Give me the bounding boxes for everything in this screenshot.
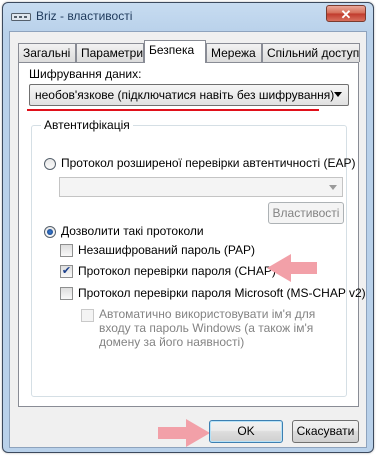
cancel-button-label: Скасувати <box>296 424 355 438</box>
close-icon: ✕ <box>340 7 352 22</box>
checkmark-icon: ✔ <box>61 265 72 277</box>
allow-protocols-radio[interactable] <box>44 226 56 238</box>
annotation-arrow-icon <box>267 254 317 282</box>
dialog-client-area: Загальні Параметри Безпека Мережа Спільн… <box>9 31 367 448</box>
pap-checkbox[interactable] <box>60 244 73 257</box>
mschap-label[interactable]: Протокол перевірки пароля Microsoft (MS-… <box>78 286 366 300</box>
tab-label: Мережа <box>211 46 256 60</box>
auto-windows-credentials-label: Автоматично використовувати ім'я для вхо… <box>99 307 316 349</box>
eap-method-select[interactable] <box>59 177 343 197</box>
tab-sharing[interactable]: Спільний доступ <box>262 43 360 62</box>
security-panel: Шифрування даних: необов'язкове (підключ… <box>18 62 366 407</box>
annotation-arrow-icon <box>158 419 210 447</box>
pap-label[interactable]: Незашифрований пароль (PAP) <box>78 243 255 257</box>
tab-security[interactable]: Безпека <box>144 40 206 63</box>
ok-button-label: OK <box>237 424 255 438</box>
chap-label[interactable]: Протокол перевірки пароля (CHAP) <box>78 264 276 278</box>
chap-checkbox[interactable]: ✔ <box>60 265 73 278</box>
auto-windows-credentials-checkbox[interactable] <box>81 309 94 322</box>
encryption-label: Шифрування даних: <box>29 67 142 81</box>
annotation-underline <box>27 109 319 111</box>
eap-radio-label[interactable]: Протокол розширеної перевірки автентично… <box>61 156 355 170</box>
chevron-down-icon <box>334 92 342 97</box>
close-button[interactable]: ✕ <box>326 5 366 22</box>
network-connection-icon <box>11 13 31 21</box>
tab-label: Параметри <box>81 46 144 60</box>
properties-button-label: Властивості <box>272 206 340 220</box>
tab-label: Безпека <box>149 43 195 57</box>
encryption-value: необов'язкове (підключатися навіть без ш… <box>35 88 335 102</box>
ok-button[interactable]: OK <box>209 420 283 443</box>
tab-network[interactable]: Мережа <box>206 43 262 62</box>
properties-button[interactable]: Властивості <box>268 202 344 224</box>
eap-radio[interactable] <box>44 158 56 170</box>
encryption-select[interactable]: необов'язкове (підключатися навіть без ш… <box>29 84 349 106</box>
properties-window: Briz - властивості ✕ Загальні Параметри … <box>2 2 374 453</box>
title-bar[interactable]: Briz - властивості ✕ <box>3 3 373 31</box>
tab-parameters[interactable]: Параметри <box>76 43 144 62</box>
tab-general[interactable]: Загальні <box>18 43 76 62</box>
mschap-checkbox[interactable] <box>60 287 73 300</box>
tab-label: Загальні <box>23 46 71 60</box>
cancel-button[interactable]: Скасувати <box>292 420 359 443</box>
window-title: Briz - властивості <box>36 9 133 23</box>
tab-label: Спільний доступ <box>267 46 360 60</box>
allow-protocols-label[interactable]: Дозволити такі протоколи <box>61 224 204 238</box>
authentication-group-label: Автентифікація <box>41 118 133 132</box>
chevron-down-icon <box>329 185 337 190</box>
